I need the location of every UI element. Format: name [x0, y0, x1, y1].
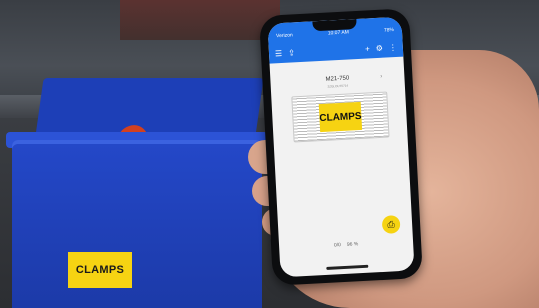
carrier-text: Verizon	[275, 32, 293, 40]
blue-storage-bin	[12, 140, 262, 308]
home-indicator	[326, 264, 369, 270]
battery-text: 78%	[383, 27, 395, 34]
bottom-toolbar: 0/0 96 %	[279, 234, 414, 255]
background-shelf	[120, 0, 280, 40]
smartphone: Verizon 10:07 AM 78% ☰ ⇪ + ⚙ ⋮ M21-750 2…	[259, 8, 423, 286]
print-icon: ⎙	[387, 218, 395, 230]
print-button[interactable]: ⎙	[381, 215, 401, 234]
settings-icon[interactable]: ⚙	[375, 43, 383, 52]
more-icon[interactable]: ⋮	[389, 42, 397, 51]
label-preview[interactable]: CLAMPS	[291, 91, 390, 143]
menu-icon[interactable]: ☰	[275, 48, 283, 57]
chevron-right-icon[interactable]: ›	[380, 74, 382, 80]
upload-icon[interactable]: ⇪	[288, 48, 295, 57]
bin-label: CLAMPS	[68, 252, 132, 288]
photo-scene: CLAMPS Verizon 10:07 AM 78% ☰ ⇪ + ⚙ ⋮ M2…	[0, 0, 539, 308]
object-count: 0/0	[333, 242, 342, 249]
phone-screen: Verizon 10:07 AM 78% ☰ ⇪ + ⚙ ⋮ M21-750 2…	[267, 16, 415, 278]
label-preview-text: CLAMPS	[318, 101, 363, 133]
time-text: 10:07 AM	[327, 29, 350, 37]
zoom-level[interactable]: 96 %	[347, 241, 359, 248]
add-icon[interactable]: +	[365, 44, 370, 53]
